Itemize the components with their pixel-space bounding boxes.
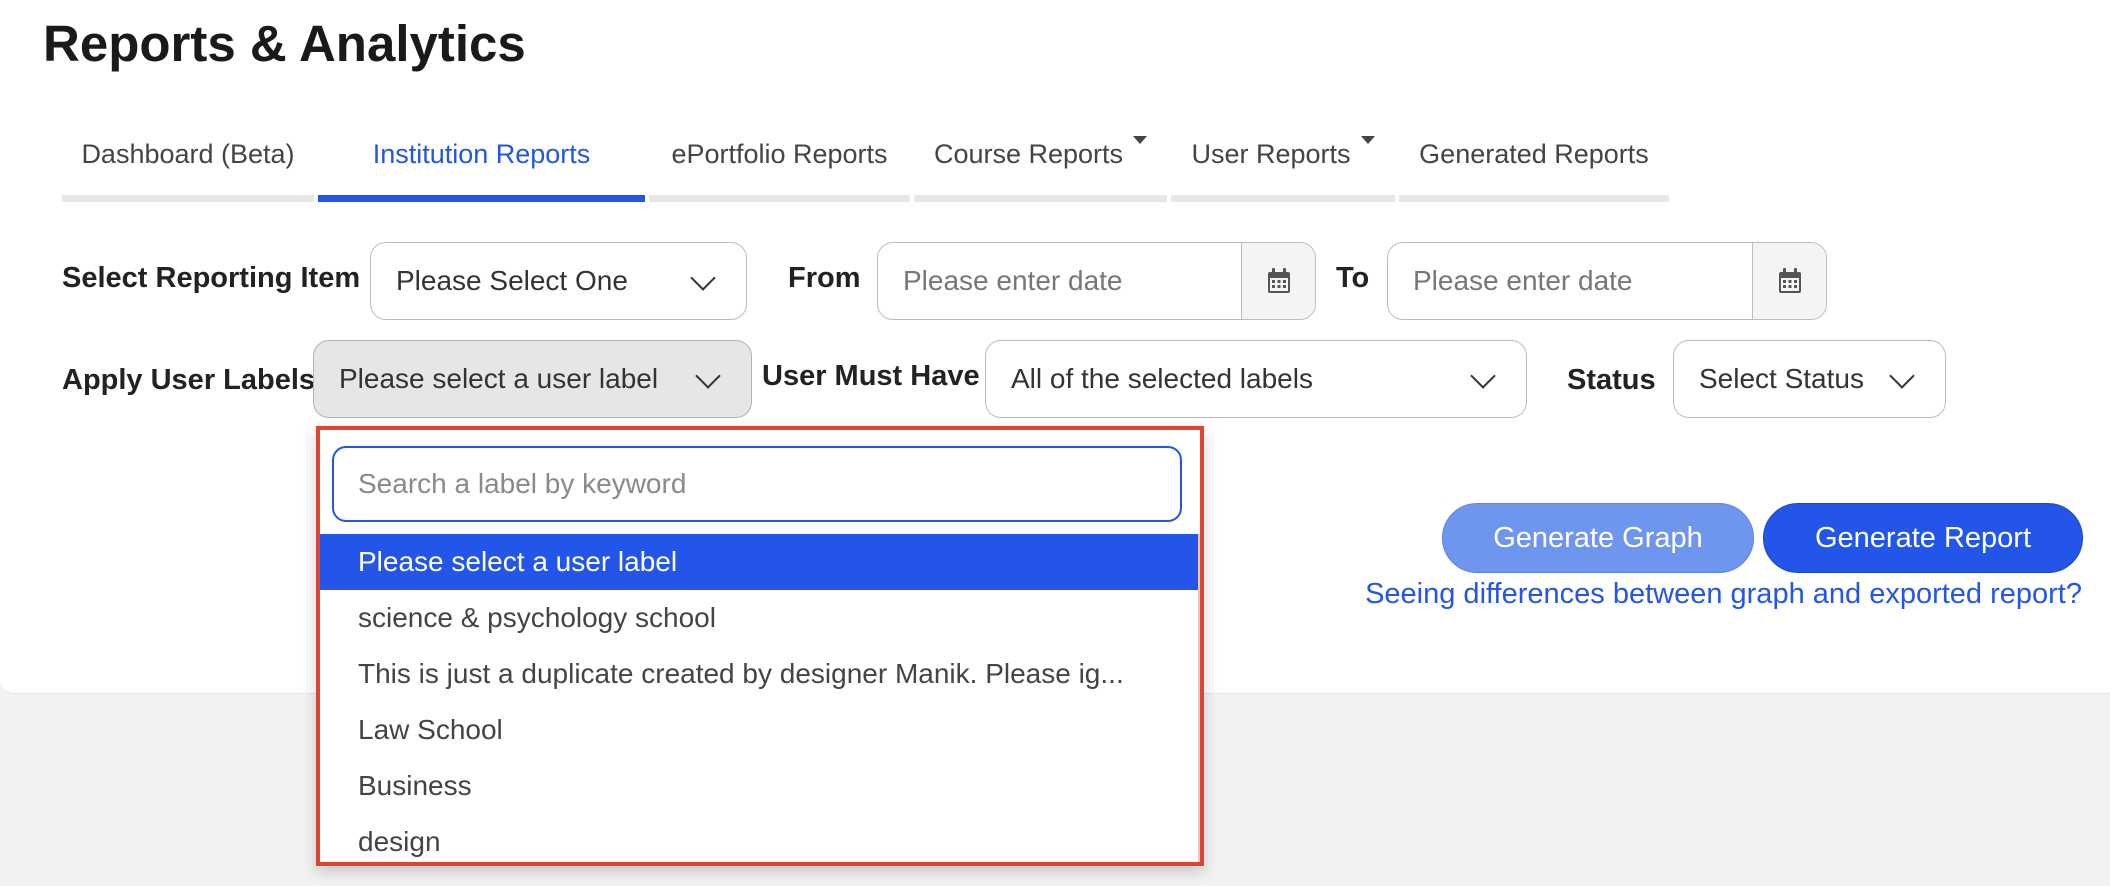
to-calendar-button[interactable] <box>1752 243 1826 319</box>
user-label-dropdown: Please select a user label science & psy… <box>316 426 1204 866</box>
from-calendar-button[interactable] <box>1241 243 1315 319</box>
generate-report-button[interactable]: Generate Report <box>1763 503 2083 573</box>
chevron-down-icon <box>695 363 721 389</box>
tab-institution-reports[interactable]: Institution Reports <box>318 130 645 202</box>
caret-down-icon <box>1360 136 1375 144</box>
caret-down-icon <box>1133 136 1148 144</box>
status-select[interactable]: Select Status <box>1673 340 1946 418</box>
reporting-item-label: Select Reporting Item <box>62 262 361 294</box>
graph-report-differences-link[interactable]: Seeing differences between graph and exp… <box>1365 578 2082 611</box>
label-search-box <box>332 446 1182 522</box>
from-date-field <box>877 242 1316 320</box>
label-options-list[interactable]: Please select a user label science & psy… <box>320 534 1200 862</box>
from-label: From <box>788 262 861 294</box>
to-date-field <box>1387 242 1827 320</box>
label-option[interactable]: Law School <box>320 702 1198 758</box>
to-label: To <box>1336 262 1370 294</box>
user-must-have-select[interactable]: All of the selected labels <box>985 340 1527 418</box>
label-option[interactable]: science & psychology school <box>320 590 1198 646</box>
calendar-icon <box>1778 268 1801 293</box>
label-option[interactable]: Please select a user label <box>320 534 1198 590</box>
from-date-input[interactable] <box>878 243 1243 319</box>
chevron-down-icon <box>1470 363 1496 389</box>
tab-eportfolio-reports[interactable]: ePortfolio Reports <box>649 130 910 202</box>
to-date-input[interactable] <box>1388 243 1754 319</box>
label-search-input[interactable] <box>334 448 1180 520</box>
page-title: Reports & Analytics <box>43 15 526 72</box>
calendar-icon <box>1267 268 1290 293</box>
tab-generated-reports[interactable]: Generated Reports <box>1399 130 1669 202</box>
label-option[interactable]: Business <box>320 758 1198 814</box>
user-labels-select[interactable]: Please select a user label <box>313 340 752 418</box>
chevron-down-icon <box>1889 363 1915 389</box>
chevron-down-icon <box>690 265 716 291</box>
label-option[interactable]: This is just a duplicate created by desi… <box>320 646 1198 702</box>
label-option[interactable]: design <box>320 814 1198 862</box>
tab-user-reports[interactable]: User Reports <box>1171 130 1395 202</box>
tab-dashboard[interactable]: Dashboard (Beta) <box>62 130 314 202</box>
status-label: Status <box>1567 364 1656 396</box>
generate-graph-button[interactable]: Generate Graph <box>1442 503 1754 573</box>
user-labels-label: Apply User Labels <box>62 364 316 396</box>
reporting-item-select[interactable]: Please Select One <box>370 242 747 320</box>
tab-course-reports[interactable]: Course Reports <box>914 130 1167 202</box>
user-must-have-label: User Must Have <box>762 360 980 392</box>
